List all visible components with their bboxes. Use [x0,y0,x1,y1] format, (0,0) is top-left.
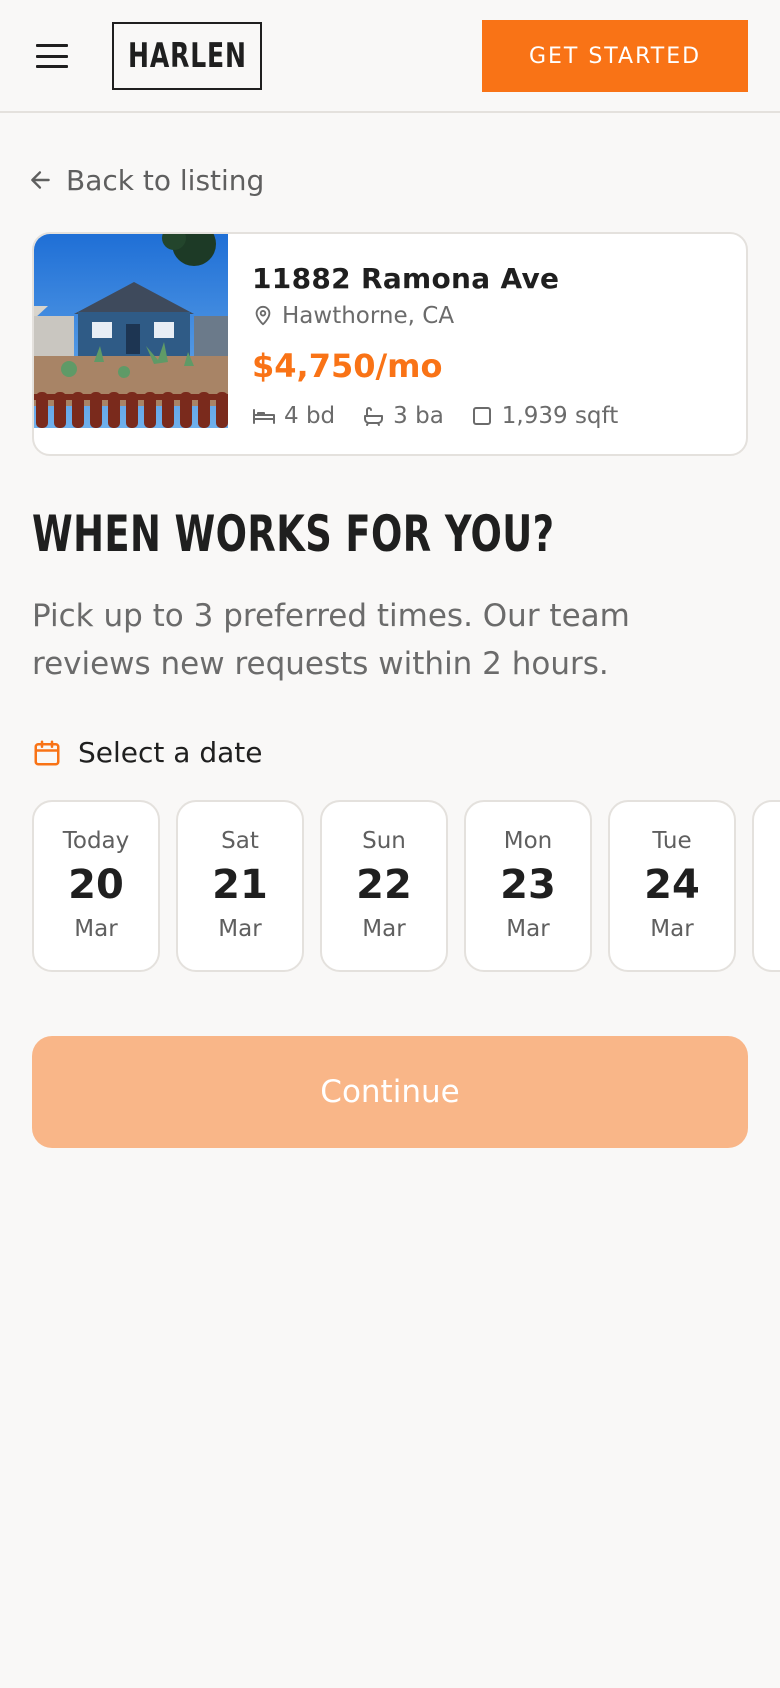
select-date-label: Select a date [32,736,262,769]
date-option-mon[interactable]: Mon 23 Mar [464,800,592,972]
date-month: Mar [218,916,262,942]
calendar-icon [34,740,60,765]
beds-spec: 4 bd [252,403,335,429]
date-picker[interactable]: Today 20 Mar Sat 21 Mar Sun 22 Mar Mon 2… [32,800,780,972]
beds-text: 4 bd [284,403,336,429]
date-weekday: Mon [503,828,553,854]
page-title: WHEN WORKS FOR YOU? [32,505,555,563]
bed-icon [253,409,275,424]
hamburger-icon [36,65,68,68]
listing-location: Hawthorne, CA [252,303,726,329]
sqft-text: 1,939 sqft [501,403,619,429]
date-day: 23 [500,862,556,908]
bath-icon [364,407,384,426]
select-date-text: Select a date [78,736,263,769]
date-month: Mar [506,916,550,942]
date-weekday: Sat [221,828,259,854]
location-text: Hawthorne, CA [282,303,455,329]
listing-details: 11882 Ramona Ave Hawthorne, CA $4,750/mo… [252,262,726,429]
map-pin-icon [255,305,271,326]
date-month: Mar [650,916,694,942]
date-day: 20 [68,862,124,908]
listing-price: $4,750/mo [252,347,443,385]
date-month: Mar [74,916,118,942]
listing-photo [34,234,228,428]
page-subtitle: Pick up to 3 preferred times. Our team r… [32,598,630,682]
date-option-tue[interactable]: Tue 24 Mar [608,800,736,972]
date-option-today[interactable]: Today 20 Mar [32,800,160,972]
hamburger-icon [36,44,68,47]
date-option-sat[interactable]: Sat 21 Mar [176,800,304,972]
date-month: Mar [362,916,406,942]
top-header: HARLEN GET STARTED [0,0,780,113]
continue-button[interactable]: Continue [32,1036,748,1148]
listing-specs: 4 bd 3 ba 1,939 sqft [252,403,726,429]
date-day: 21 [212,862,268,908]
back-to-listing-link[interactable]: Back to listing [28,160,264,200]
arrow-left-icon [31,171,50,189]
hamburger-icon [36,54,68,58]
date-weekday: Tue [652,828,692,854]
date-option-next[interactable] [752,800,780,972]
listing-address: 11882 Ramona Ave [252,262,560,295]
sqft-spec: 1,939 sqft [470,403,618,429]
date-day: 24 [644,862,700,908]
date-weekday: Sun [362,828,406,854]
brand-logo[interactable]: HARLEN [112,22,262,90]
date-option-sun[interactable]: Sun 22 Mar [320,800,448,972]
baths-spec: 3 ba [361,403,444,429]
get-started-button[interactable]: GET STARTED [482,20,748,92]
date-weekday: Today [62,828,130,854]
date-day: 22 [356,862,412,908]
back-label: Back to listing [66,163,265,197]
square-icon [472,407,491,425]
menu-button[interactable] [32,40,72,72]
baths-text: 3 ba [393,403,444,429]
listing-card[interactable]: 11882 Ramona Ave Hawthorne, CA $4,750/mo… [32,232,748,456]
